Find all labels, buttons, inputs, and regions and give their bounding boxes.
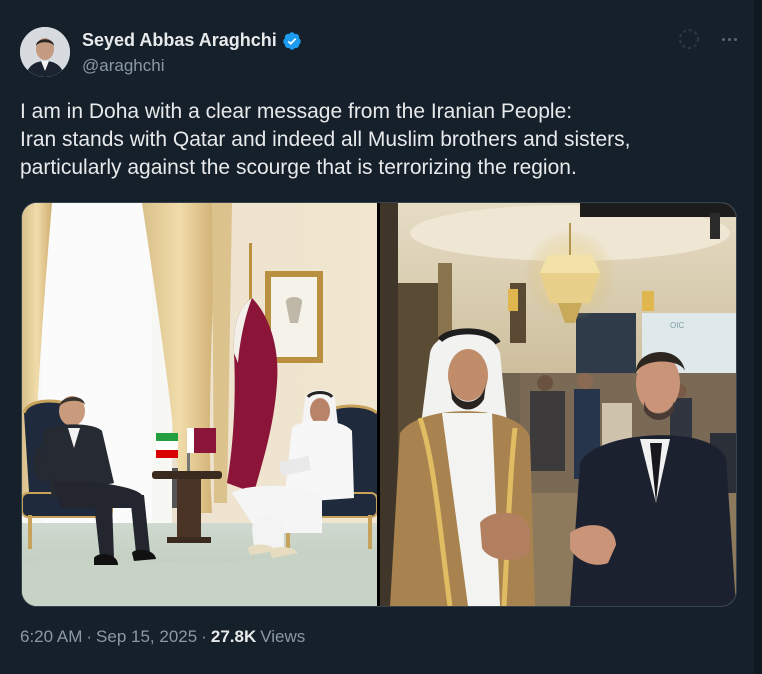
tweet-text-line: I am in Doha with a clear message from t… (20, 100, 573, 123)
photo-conference-hall[interactable]: OIC (380, 203, 736, 606)
verified-badge-icon (282, 31, 302, 51)
photo-meeting-room[interactable] (22, 203, 377, 606)
tweet-text-line: Iran stands with Qatar and indeed all Mu… (20, 128, 631, 151)
author-handle[interactable]: @araghchi (82, 56, 164, 76)
tweet: Seyed Abbas Araghchi @araghchi I am in D… (0, 0, 762, 674)
tweet-text: I am in Doha with a clear message from t… (20, 98, 740, 182)
author-name-row: Seyed Abbas Araghchi (82, 30, 302, 51)
grok-icon[interactable] (676, 26, 702, 52)
separator: · (201, 627, 207, 646)
tweet-text-line: particularly against the scourge that is… (20, 156, 577, 179)
svg-text:OIC: OIC (670, 321, 684, 330)
views-label: Views (260, 627, 306, 646)
scrollbar-track[interactable] (754, 0, 762, 674)
tweet-date[interactable]: Sep 15, 2025 (96, 627, 197, 647)
tweet-time[interactable]: 6:20 AM (20, 627, 82, 647)
more-options-icon[interactable] (718, 28, 740, 50)
separator: · (86, 627, 93, 646)
views-count[interactable]: 27.8K (211, 627, 256, 647)
author-display-name[interactable]: Seyed Abbas Araghchi (82, 30, 277, 51)
media-grid: OIC (21, 202, 737, 607)
avatar[interactable] (20, 27, 70, 77)
tweet-meta: 6:20 AM · Sep 15, 2025 · 27.8K Views (20, 627, 305, 647)
